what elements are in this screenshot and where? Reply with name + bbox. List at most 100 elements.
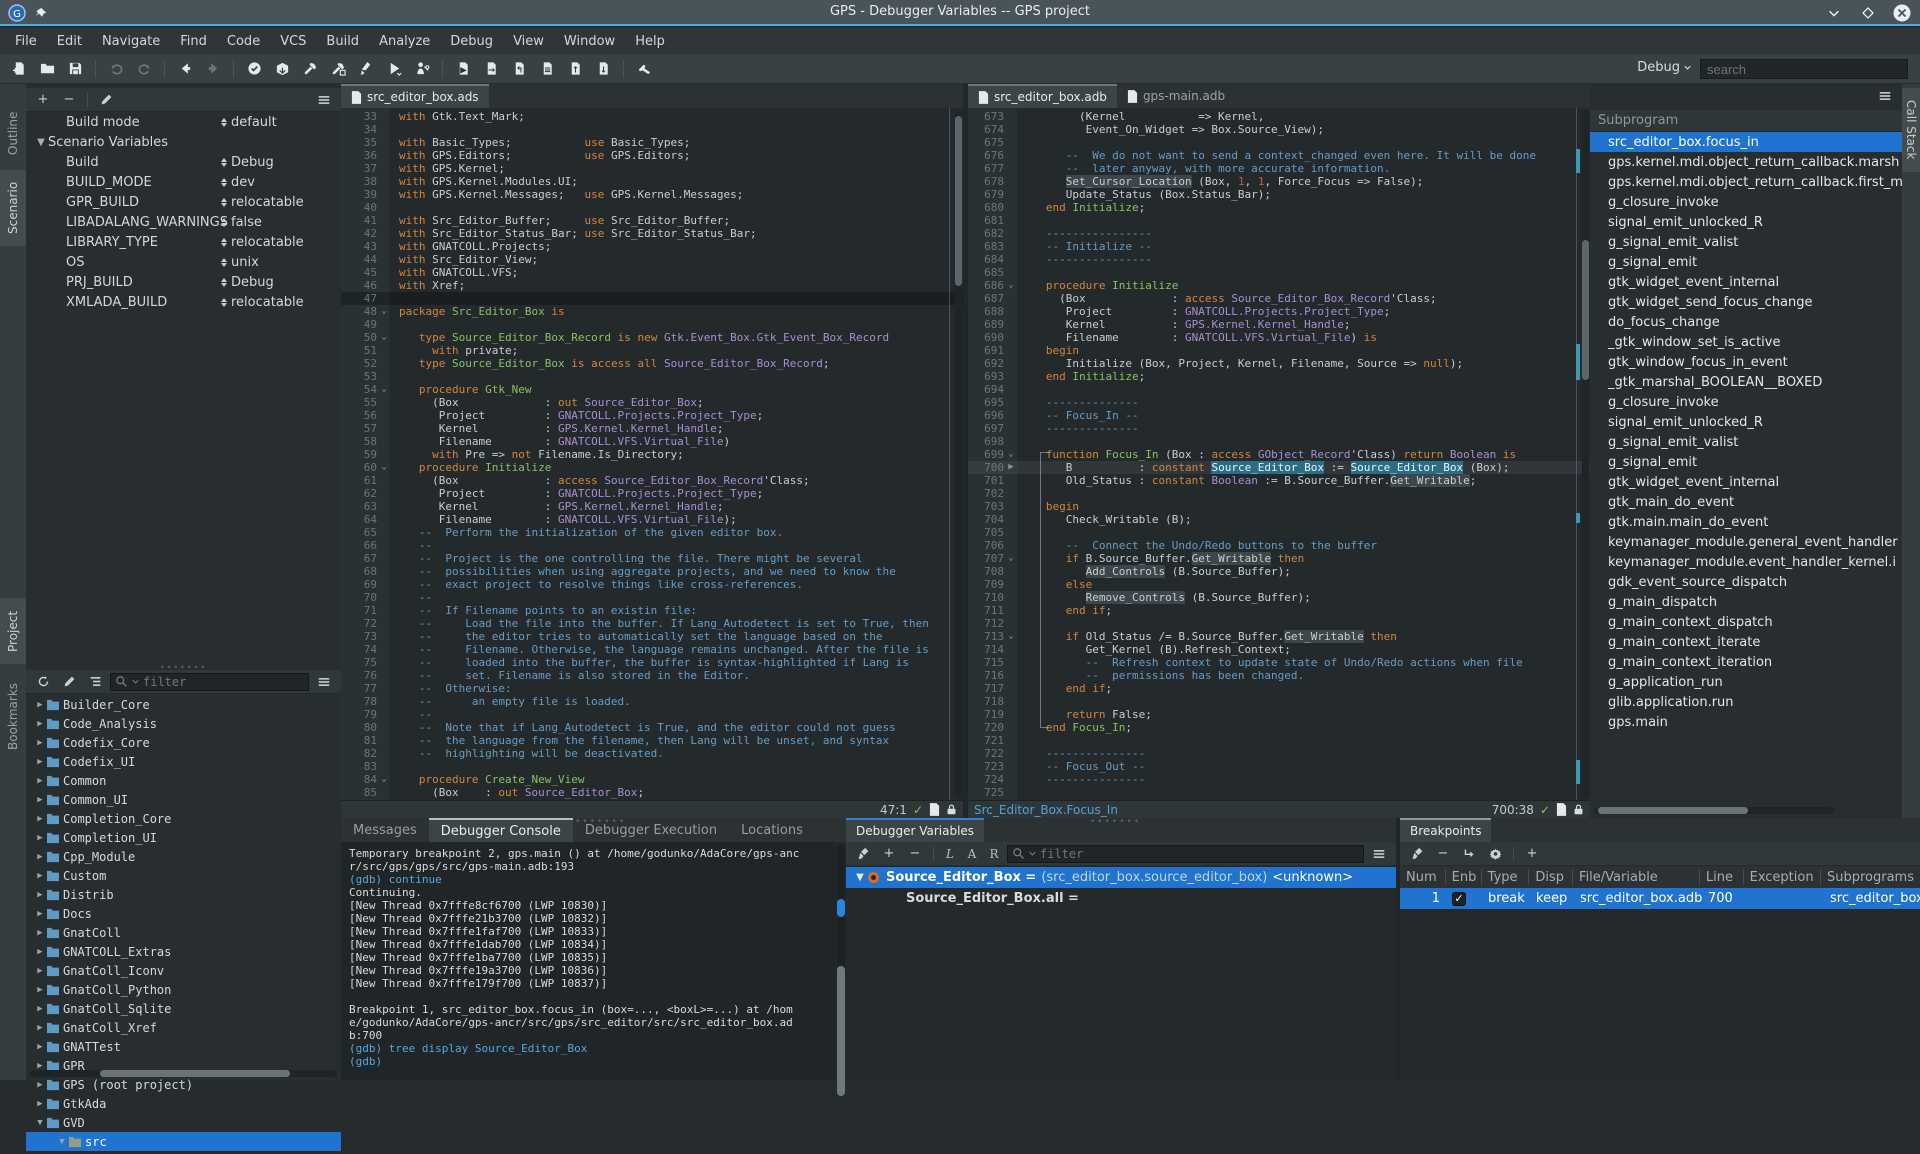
stack-frame[interactable]: g_signal_emit (1590, 252, 1902, 272)
add-breakpoint-button[interactable]: + (1521, 844, 1543, 864)
expander-icon[interactable]: ▶ (34, 776, 46, 786)
menu-vcs[interactable]: VCS (271, 30, 315, 53)
expander-icon[interactable]: ▶ (34, 814, 46, 824)
fold-icon[interactable]: ⌄ (1004, 630, 1018, 643)
variable-value[interactable]: dev (221, 175, 255, 190)
stack-frame[interactable]: glib.application.run (1590, 692, 1902, 712)
scenario-menu-icon[interactable] (313, 90, 335, 110)
variable-value[interactable]: relocatable (221, 235, 304, 250)
minimize-button[interactable] (1824, 3, 1844, 23)
fold-icon[interactable]: ⌄ (377, 331, 391, 344)
stack-frame[interactable]: g_signal_emit (1590, 452, 1902, 472)
open-folder-button[interactable] (34, 56, 60, 82)
spinner-icon[interactable] (221, 158, 227, 167)
build-run-button[interactable] (297, 56, 323, 82)
stack-frame[interactable]: g_main_context_iteration (1590, 652, 1902, 672)
expander-icon[interactable]: ▶ (34, 1099, 46, 1109)
expander-icon[interactable]: ▶ (34, 852, 46, 862)
stack-frame[interactable]: src_editor_box.focus_in (1590, 132, 1902, 152)
stack-frame[interactable]: g_main_context_dispatch (1590, 612, 1902, 632)
expander-icon[interactable]: ▶ (34, 1061, 46, 1071)
tree-item-gnatcoll-extras[interactable]: ▶GNATCOLL_Extras (26, 942, 341, 961)
variable-row[interactable]: Source_Editor_Box.all = (846, 888, 1396, 909)
scenario-row[interactable]: LIBRARY_TYPErelocatable (26, 232, 341, 252)
scenario-row[interactable]: GPR_BUILDrelocatable (26, 192, 341, 212)
tree-item-codefix-ui[interactable]: ▶Codefix_UI (26, 752, 341, 771)
stack-frame[interactable]: g_main_dispatch (1590, 592, 1902, 612)
nav-forward-button[interactable] (200, 56, 226, 82)
stack-frame[interactable]: gtk_widget_event_internal (1590, 472, 1902, 492)
expander-icon[interactable]: ▼ (852, 872, 868, 883)
add-watch-button[interactable]: + (878, 844, 900, 864)
console-vscrollbar[interactable] (837, 844, 845, 1078)
debug-start-button[interactable] (409, 56, 435, 82)
stack-frame[interactable]: _gtk_marshal_BOOLEAN__BOXED (1590, 372, 1902, 392)
project-filter-input[interactable]: filter (110, 673, 309, 691)
lock-icon[interactable] (1573, 803, 1584, 816)
tree-item-gnatcoll-iconv[interactable]: ▶GnatColl_Iconv (26, 961, 341, 980)
spinner-icon[interactable] (221, 238, 227, 247)
goto-breakpoint-icon[interactable] (1458, 844, 1480, 864)
stack-frame[interactable]: gps.kernel.mdi.object_return_callback.fi… (1590, 172, 1902, 192)
tree-item-completion-core[interactable]: ▶Completion_Core (26, 809, 341, 828)
variables-menu-icon[interactable] (1368, 844, 1390, 864)
splitter-handle[interactable]: ••••••• (575, 817, 626, 827)
scenario-row[interactable]: BUILD_MODEdev (26, 172, 341, 192)
tree-item-builder-core[interactable]: ▶Builder_Core (26, 695, 341, 714)
frame-down-button[interactable]: ↓ (590, 56, 616, 82)
build-check-button[interactable] (241, 56, 267, 82)
tab-breakpoints[interactable]: Breakpoints (1400, 818, 1491, 842)
right-code-area[interactable]: 673 (Kernel => Kernel,674 Event_On_Widge… (968, 108, 1590, 800)
lock-icon[interactable] (946, 803, 957, 816)
local-vars-button[interactable]: L (941, 845, 959, 863)
list-view-icon[interactable] (84, 672, 106, 692)
side-tab-call-stack[interactable]: Call Stack (1902, 88, 1920, 172)
undo-button[interactable] (103, 56, 129, 82)
tree-item-gnatcoll[interactable]: ▶GnatColl (26, 923, 341, 942)
stack-frame[interactable]: gtk_window_focus_in_event (1590, 352, 1902, 372)
expander-icon[interactable]: ▶ (34, 700, 46, 710)
tree-item-docs[interactable]: ▶Docs (26, 904, 341, 923)
save-button[interactable] (62, 56, 88, 82)
stack-frame[interactable]: g_closure_invoke (1590, 192, 1902, 212)
spinner-icon[interactable] (221, 218, 227, 227)
column-header-line[interactable]: Line (1700, 869, 1744, 885)
side-tab-scenario[interactable]: Scenario (0, 170, 26, 246)
stack-frame[interactable]: gps.kernel.mdi.object_return_callback.ma… (1590, 152, 1902, 172)
stack-frame[interactable]: signal_emit_unlocked_R (1590, 212, 1902, 232)
menu-view[interactable]: View (504, 30, 553, 53)
tree-item-gnattest[interactable]: ▶GNATTest (26, 1037, 341, 1056)
tab-debugger-variables[interactable]: Debugger Variables (846, 818, 984, 842)
spinner-icon[interactable] (221, 178, 227, 187)
tree-item-gnatcoll-python[interactable]: ▶GnatColl_Python (26, 980, 341, 999)
variable-value[interactable]: default (221, 115, 277, 130)
stack-frame[interactable]: g_main_context_iterate (1590, 632, 1902, 652)
expander-icon[interactable]: ▶ (34, 833, 46, 843)
step-into-button[interactable]: ▶ (450, 56, 476, 82)
fold-icon[interactable]: ⌄ (1004, 552, 1018, 565)
variable-value[interactable]: Debug (221, 155, 274, 170)
variable-value[interactable]: relocatable (221, 195, 304, 210)
center-code-area[interactable]: 33with Gtk.Text_Mark;34 35with Basic_Typ… (341, 108, 963, 800)
expander-icon[interactable]: ▶ (34, 928, 46, 938)
column-header-disp[interactable]: Disp (1529, 869, 1573, 885)
fold-icon[interactable]: ⌄ (377, 773, 391, 786)
menu-debug[interactable]: Debug (441, 30, 502, 53)
tab-messages[interactable]: Messages (341, 818, 429, 842)
menu-analyze[interactable]: Analyze (370, 30, 439, 53)
variables-filter-input[interactable]: filter (1007, 845, 1364, 863)
step-instr-button[interactable]: ≡ (534, 56, 560, 82)
tree-item-codefix-core[interactable]: ▶Codefix_Core (26, 733, 341, 752)
new-file-button[interactable] (6, 56, 32, 82)
pointer-tool-button[interactable] (631, 56, 657, 82)
scenario-row[interactable]: Build modedefault (26, 112, 341, 132)
scenario-row[interactable]: LIBADALANG_WARNINGSfalse (26, 212, 341, 232)
close-button[interactable] (1892, 3, 1912, 23)
clear-icon[interactable] (852, 844, 874, 864)
scenario-row[interactable]: OSunix (26, 252, 341, 272)
breakpoint-enabled-checkbox[interactable]: ✓ (1446, 892, 1482, 906)
expander-icon[interactable]: ▼ (34, 1118, 46, 1128)
side-tab-project[interactable]: Project (0, 598, 26, 664)
stack-frame[interactable]: gdk_event_source_dispatch (1590, 572, 1902, 592)
variable-row[interactable]: ▼Source_Editor_Box =(src_editor_box.sour… (846, 867, 1396, 888)
